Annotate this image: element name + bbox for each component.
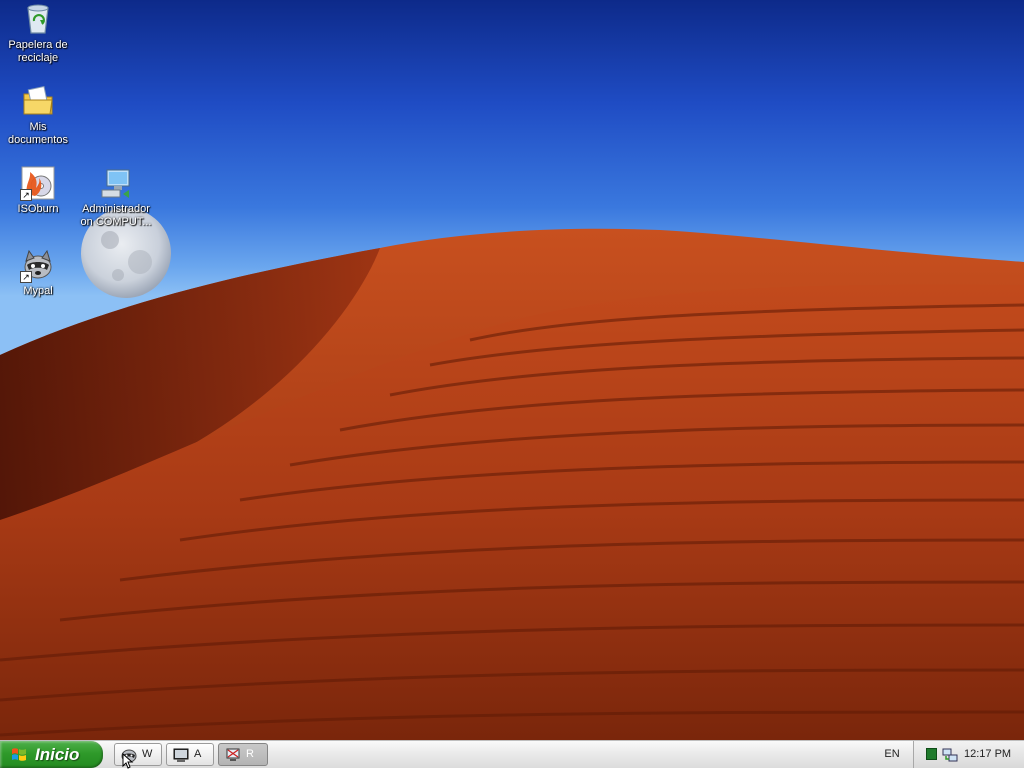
taskbar: Inicio W A R EN 12:17 PM bbox=[0, 740, 1024, 768]
desktop-icon-label: Mypal bbox=[23, 285, 53, 297]
remote-desktop-icon bbox=[226, 748, 240, 761]
desktop-icon-remote-desktop[interactable]: Administrador on COMPUT... bbox=[78, 166, 154, 229]
taskbar-button-a[interactable]: A bbox=[166, 743, 214, 766]
desktop-icon-isoburn[interactable]: ↗ ISOburn bbox=[0, 166, 76, 216]
desktop-icon-my-documents[interactable]: Mis documentos bbox=[0, 84, 76, 147]
taskbar-button-label: R bbox=[246, 748, 254, 760]
taskbar-button-r[interactable]: R bbox=[218, 743, 268, 766]
desktop-icon-label: ISOburn bbox=[17, 203, 59, 215]
tray-status-icon[interactable] bbox=[926, 748, 937, 760]
shortcut-arrow-icon: ↗ bbox=[20, 271, 32, 283]
start-label: Inicio bbox=[35, 745, 80, 764]
desktop-icon-label: documentos bbox=[8, 134, 68, 146]
language-indicator[interactable]: EN bbox=[877, 741, 907, 768]
windows-flag-icon bbox=[12, 748, 26, 761]
system-tray: 12:17 PM bbox=[913, 741, 1024, 768]
mypal-icon: ↗ bbox=[20, 248, 55, 283]
desktop-icon-label: Papelera de bbox=[8, 39, 68, 51]
clock[interactable]: 12:17 PM bbox=[964, 741, 1011, 768]
recycle-bin-icon bbox=[21, 2, 55, 36]
start-button[interactable]: Inicio bbox=[0, 741, 103, 768]
desktop-icon-label: Mis bbox=[29, 121, 47, 133]
network-icon[interactable] bbox=[942, 747, 958, 763]
taskbar-button-label: A bbox=[194, 748, 202, 760]
desktop-icon-label: reciclaje bbox=[17, 52, 59, 64]
desktop-wallpaper bbox=[0, 0, 1024, 740]
isoburn-icon: ↗ bbox=[20, 166, 55, 201]
desktop-icon-mypal[interactable]: ↗ Mypal bbox=[0, 248, 76, 298]
terminal-icon bbox=[173, 748, 189, 762]
desktop-icon-recycle-bin[interactable]: Papelera de reciclaje bbox=[0, 2, 76, 65]
taskbar-button-label: W bbox=[142, 748, 153, 760]
mouse-cursor-icon bbox=[122, 753, 134, 769]
desktop-icon-label: on COMPUT... bbox=[80, 216, 152, 228]
my-documents-icon bbox=[21, 84, 55, 118]
desktop-icon-label: Administrador bbox=[82, 203, 150, 215]
shortcut-arrow-icon: ↗ bbox=[20, 189, 32, 201]
remote-desktop-icon bbox=[99, 166, 133, 200]
